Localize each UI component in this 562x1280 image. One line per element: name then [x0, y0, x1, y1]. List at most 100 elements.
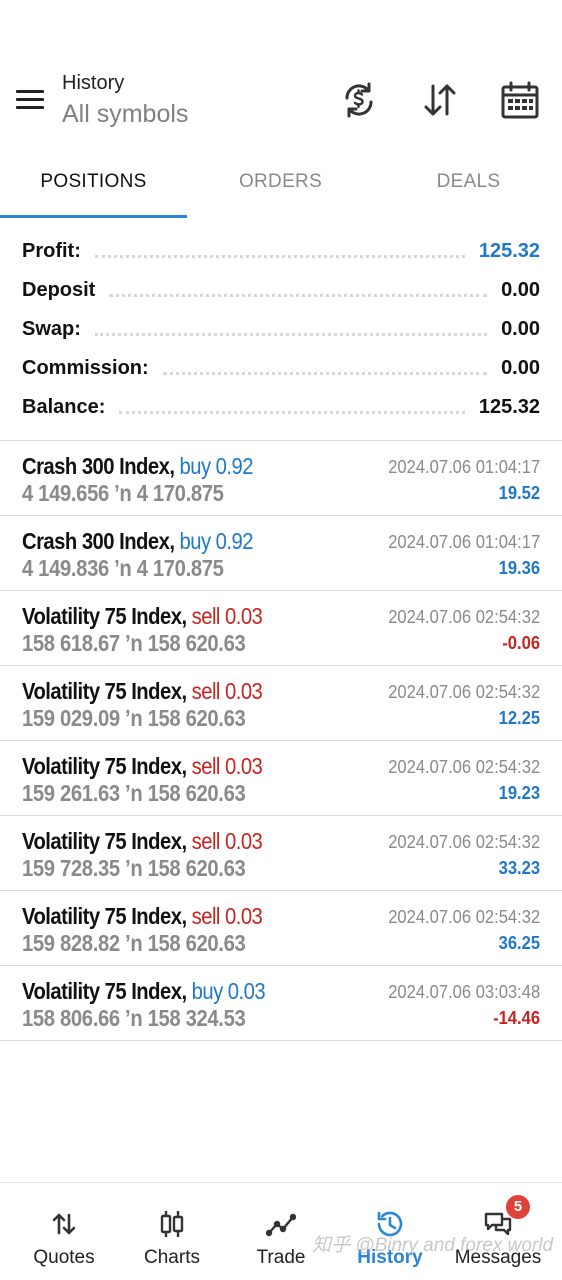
trade-direction: buy 0.92 — [179, 528, 254, 554]
history-tabs: POSITIONS ORDERS DEALS — [0, 160, 562, 220]
position-row[interactable]: Crash 300 Index, buy 0.92 4 149.656 ’n 4 … — [0, 441, 562, 516]
position-symbol: Crash 300 Index, buy 0.92 — [22, 528, 254, 555]
position-time: 2024.07.06 02:54:32 — [388, 757, 540, 777]
symbol-name: Volatility 75 Index, — [22, 603, 187, 629]
page-title: History — [62, 72, 125, 94]
nav-messages-label: Messages — [454, 1247, 542, 1268]
trade-direction: buy 0.03 — [191, 978, 266, 1004]
swap-label: Swap: — [22, 318, 81, 340]
trade-direction: sell 0.03 — [191, 903, 263, 929]
trade-direction: sell 0.03 — [191, 753, 263, 779]
summary-commission: Commission: 0.00 — [0, 349, 562, 388]
dot-leader — [119, 406, 465, 414]
trade-direction: buy 0.92 — [179, 453, 254, 479]
dot-leader — [94, 328, 488, 336]
swap-value: 0.00 — [501, 318, 540, 340]
history-icon — [375, 1209, 405, 1239]
dot-leader — [109, 289, 488, 297]
dot-leader — [162, 367, 488, 375]
position-time: 2024.07.06 02:54:32 — [388, 907, 540, 927]
tab-orders[interactable]: ORDERS — [187, 160, 374, 216]
symbol-name: Crash 300 Index, — [22, 453, 175, 479]
nav-trade[interactable]: Trade — [225, 1183, 337, 1280]
balance-label: Balance: — [22, 396, 106, 418]
position-prices: 4 149.836 ’n 4 170.875 — [22, 555, 224, 581]
position-profit: -14.46 — [493, 1008, 540, 1028]
position-row[interactable]: Volatility 75 Index, sell 0.03 159 728.35… — [0, 816, 562, 891]
active-tab-indicator — [0, 215, 187, 218]
nav-charts[interactable]: Charts — [116, 1183, 228, 1280]
dot-leader — [94, 250, 465, 258]
position-time: 2024.07.06 01:04:17 — [388, 532, 540, 552]
menu-icon[interactable] — [14, 86, 48, 114]
calendar-icon[interactable] — [500, 80, 540, 120]
symbol-name: Crash 300 Index, — [22, 528, 175, 554]
position-row[interactable]: Volatility 75 Index, sell 0.03 159 828.82… — [0, 891, 562, 966]
candlestick-icon — [157, 1209, 187, 1239]
position-profit: 36.25 — [498, 933, 540, 953]
position-time: 2024.07.06 03:03:48 — [388, 982, 540, 1002]
position-symbol: Volatility 75 Index, sell 0.03 — [22, 678, 263, 705]
account-summary: Profit: 125.32 Deposit 0.00 Swap: 0.00 C… — [0, 232, 562, 427]
commission-value: 0.00 — [501, 357, 540, 379]
position-time: 2024.07.06 01:04:17 — [388, 457, 540, 477]
position-prices: 158 806.66 ’n 158 324.53 — [22, 1005, 246, 1031]
profit-label: Profit: — [22, 240, 81, 262]
position-symbol: Volatility 75 Index, sell 0.03 — [22, 903, 263, 930]
summary-balance: Balance: 125.32 — [0, 388, 562, 427]
position-prices: 158 618.67 ’n 158 620.63 — [22, 630, 246, 656]
nav-history[interactable]: History — [334, 1183, 446, 1280]
position-time: 2024.07.06 02:54:32 — [388, 832, 540, 852]
symbol-name: Volatility 75 Index, — [22, 978, 187, 1004]
position-row[interactable]: Volatility 75 Index, buy 0.03 158 806.66 … — [0, 966, 562, 1041]
nav-messages[interactable]: 5 Messages — [442, 1183, 554, 1280]
sort-icon[interactable] — [420, 80, 460, 120]
symbol-name: Volatility 75 Index, — [22, 678, 187, 704]
position-symbol: Volatility 75 Index, sell 0.03 — [22, 828, 263, 855]
position-symbol: Volatility 75 Index, buy 0.03 — [22, 978, 266, 1005]
summary-profit: Profit: 125.32 — [0, 232, 562, 271]
position-profit: 12.25 — [498, 708, 540, 728]
bottom-navigation: Quotes Charts Trade History 5 Messages — [0, 1182, 562, 1280]
trade-direction: sell 0.03 — [191, 828, 263, 854]
position-prices: 159 828.82 ’n 158 620.63 — [22, 930, 246, 956]
position-prices: 4 149.656 ’n 4 170.875 — [22, 480, 224, 506]
quotes-icon — [49, 1209, 79, 1239]
sync-icon[interactable] — [339, 80, 379, 120]
position-row[interactable]: Volatility 75 Index, sell 0.03 159 261.63… — [0, 741, 562, 816]
nav-trade-label: Trade — [256, 1247, 306, 1268]
position-row[interactable]: Volatility 75 Index, sell 0.03 159 029.09… — [0, 666, 562, 741]
summary-swap: Swap: 0.00 — [0, 310, 562, 349]
position-profit: 33.23 — [498, 858, 540, 878]
position-time: 2024.07.06 02:54:32 — [388, 607, 540, 627]
position-row[interactable]: Crash 300 Index, buy 0.92 4 149.836 ’n 4 … — [0, 516, 562, 591]
symbol-name: Volatility 75 Index, — [22, 903, 187, 929]
positions-list: Crash 300 Index, buy 0.92 4 149.656 ’n 4 … — [0, 441, 562, 1041]
position-symbol: Volatility 75 Index, sell 0.03 — [22, 753, 263, 780]
nav-charts-label: Charts — [144, 1247, 200, 1268]
trade-icon — [265, 1209, 297, 1239]
tab-deals[interactable]: DEALS — [375, 160, 562, 216]
deposit-label: Deposit — [22, 279, 96, 301]
position-profit: 19.23 — [498, 783, 540, 803]
position-profit: 19.52 — [498, 483, 540, 503]
position-prices: 159 728.35 ’n 158 620.63 — [22, 855, 246, 881]
position-symbol: Crash 300 Index, buy 0.92 — [22, 453, 254, 480]
tab-positions[interactable]: POSITIONS — [0, 160, 187, 216]
trade-direction: sell 0.03 — [191, 678, 263, 704]
messages-badge: 5 — [506, 1195, 530, 1219]
profit-value: 125.32 — [478, 240, 540, 262]
nav-history-label: History — [357, 1247, 423, 1268]
deposit-value: 0.00 — [501, 279, 540, 301]
commission-label: Commission: — [22, 357, 149, 379]
trade-direction: sell 0.03 — [191, 603, 263, 629]
symbol-name: Volatility 75 Index, — [22, 753, 187, 779]
balance-value: 125.32 — [478, 396, 540, 418]
position-row[interactable]: Volatility 75 Index, sell 0.03 158 618.67… — [0, 591, 562, 666]
app-header: History All symbols — [0, 0, 562, 150]
symbol-filter[interactable]: All symbols — [62, 97, 188, 131]
position-time: 2024.07.06 02:54:32 — [388, 682, 540, 702]
nav-quotes[interactable]: Quotes — [8, 1183, 120, 1280]
nav-quotes-label: Quotes — [33, 1247, 95, 1268]
title-block: History All symbols — [62, 70, 188, 131]
